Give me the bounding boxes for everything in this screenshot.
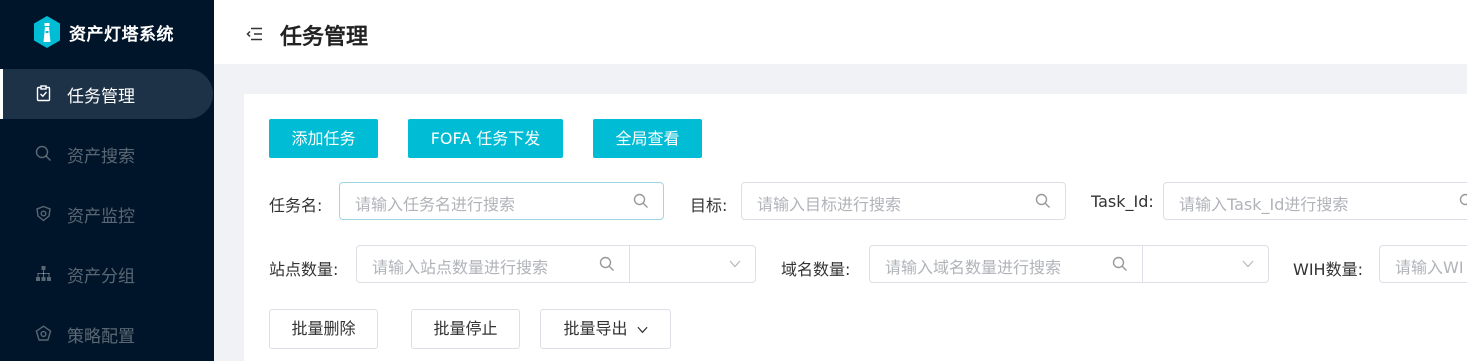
page-title: 任务管理	[280, 25, 369, 50]
chevron-down-icon	[729, 260, 741, 268]
fofa-task-button[interactable]: FOFA 任务下发	[408, 119, 563, 158]
bulk-export-dropdown[interactable]: 批量导出	[540, 309, 671, 349]
wih-count-input[interactable]: 请输入WI	[1379, 245, 1467, 283]
domain-count-label: 域名数量:	[781, 260, 851, 279]
sidebar-item-label: 资产搜索	[67, 147, 135, 167]
placeholder: 请输入任务名进行搜索	[355, 195, 516, 214]
sidebar: 资产灯塔系统 任务管理 资产搜索 资产监控 资产分组 策略配置	[0, 0, 214, 361]
site-count-input[interactable]: 请输入站点数量进行搜索	[356, 245, 630, 283]
domain-count-operator-select[interactable]	[1142, 245, 1269, 283]
site-count-label: 站点数量:	[269, 260, 339, 279]
lighthouse-logo-icon	[34, 16, 60, 48]
target-input[interactable]: 请输入目标进行搜索	[741, 182, 1066, 220]
placeholder: 请输入站点数量进行搜索	[372, 258, 549, 277]
placeholder: 请输入域名数量进行搜索	[885, 258, 1062, 277]
clipboard-icon	[36, 85, 51, 102]
placeholder: 请输入Task_Id进行搜索	[1179, 195, 1349, 214]
sidebar-item-label: 资产分组	[67, 267, 135, 287]
task-id-label: Task_Id:	[1091, 192, 1154, 211]
sidebar-item-label: 任务管理	[67, 87, 135, 107]
task-id-input[interactable]: 请输入Task_Id进行搜索	[1163, 182, 1467, 220]
placeholder: 请输入目标进行搜索	[757, 195, 902, 214]
bulk-export-label: 批量导出	[563, 319, 628, 338]
search-icon	[633, 193, 648, 208]
search-icon	[1112, 256, 1127, 271]
page-header: 任务管理	[214, 0, 1467, 64]
sidebar-item-task-management[interactable]: 任务管理	[0, 69, 213, 119]
sidebar-item-label: 资产监控	[67, 207, 135, 227]
chevron-down-icon	[636, 326, 648, 333]
shield-icon	[36, 205, 51, 222]
placeholder: 请输入WI	[1395, 258, 1464, 277]
add-task-button[interactable]: 添加任务	[269, 119, 378, 158]
domain-count-input[interactable]: 请输入域名数量进行搜索	[869, 245, 1143, 283]
settings-icon	[35, 325, 52, 341]
sidebar-item-label: 策略配置	[67, 327, 135, 347]
site-count-operator-select[interactable]	[629, 245, 756, 283]
sidebar-item-asset-search[interactable]: 资产搜索	[0, 129, 214, 179]
wih-count-label: WIH数量:	[1293, 260, 1363, 279]
bulk-stop-button[interactable]: 批量停止	[411, 309, 520, 349]
task-name-input[interactable]: 请输入任务名进行搜索	[339, 182, 664, 220]
sidebar-item-policy-config[interactable]: 策略配置	[0, 309, 214, 359]
search-icon	[1035, 193, 1050, 208]
sidebar-item-asset-monitor[interactable]: 资产监控	[0, 189, 214, 239]
search-icon	[599, 256, 614, 271]
app-logo: 资产灯塔系统	[0, 0, 214, 64]
sitemap-icon	[36, 266, 51, 281]
search-icon	[35, 145, 52, 162]
chevron-down-icon	[1242, 260, 1254, 268]
sidebar-item-asset-group[interactable]: 资产分组	[0, 249, 214, 299]
app-title: 资产灯塔系统	[69, 25, 174, 45]
search-icon	[1459, 193, 1467, 206]
content-card: 添加任务 FOFA 任务下发 全局查看 任务名: 请输入任务名进行搜索 目标: …	[244, 94, 1467, 361]
target-label: 目标:	[690, 196, 728, 215]
menu-fold-icon[interactable]	[246, 27, 263, 41]
global-view-button[interactable]: 全局查看	[593, 119, 702, 158]
bulk-delete-button[interactable]: 批量删除	[269, 309, 378, 349]
task-name-label: 任务名:	[269, 196, 323, 215]
